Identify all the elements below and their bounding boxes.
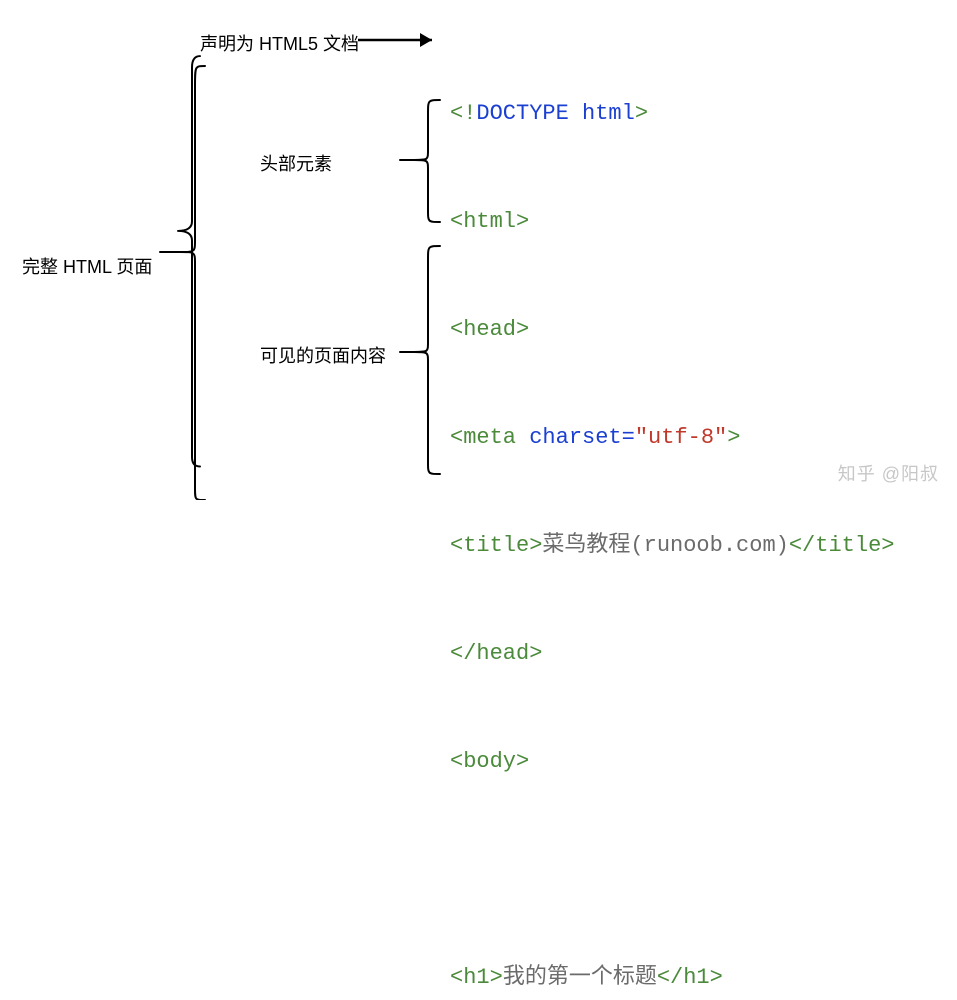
- code-title: <title>菜鸟教程(runoob.com)</title>: [450, 528, 894, 564]
- meta-attr: charset=: [529, 425, 635, 450]
- doctype-label: 声明为 HTML5 文档: [200, 30, 359, 56]
- head-close-tag: </head>: [450, 641, 542, 666]
- code-meta: <meta charset="utf-8">: [450, 420, 894, 456]
- head-bracket: [414, 100, 440, 222]
- root-label: 完整 HTML 页面: [22, 253, 152, 279]
- code-body-open: <body>: [450, 744, 894, 780]
- head-label: 头部元素: [260, 150, 332, 176]
- watermark: 知乎 @阳叔: [838, 460, 939, 486]
- code-html-open: <html>: [450, 204, 894, 240]
- h1-open: <h1>: [450, 965, 503, 990]
- doctype-bang: <!: [450, 101, 476, 126]
- code-head-open: <head>: [450, 312, 894, 348]
- h1-close: </h1>: [657, 965, 723, 990]
- body-bracket: [414, 246, 440, 474]
- root-bracket: [178, 56, 200, 466]
- code-doctype: <!DOCTYPE html>: [450, 96, 894, 132]
- code-block: <!DOCTYPE html> <html> <head> <meta char…: [450, 24, 894, 1000]
- meta-open: <meta: [450, 425, 529, 450]
- title-close: </title>: [789, 533, 895, 558]
- code-head-close: </head>: [450, 636, 894, 672]
- arrow-icon: [358, 33, 432, 47]
- code-h1: <h1>我的第一个标题</h1>: [450, 960, 894, 996]
- body-label: 可见的页面内容: [260, 342, 386, 368]
- h1-text: 我的第一个标题: [503, 965, 657, 990]
- html-open-tag: <html>: [450, 209, 529, 234]
- head-open-tag: <head>: [450, 317, 529, 342]
- title-open: <title>: [450, 533, 542, 558]
- doctype-end: >: [635, 101, 648, 126]
- root-bracket-main: [180, 66, 205, 500]
- meta-close: >: [727, 425, 740, 450]
- title-text: 菜鸟教程(runoob.com): [542, 533, 788, 558]
- meta-val: "utf-8": [635, 425, 727, 450]
- body-open-tag: <body>: [450, 749, 529, 774]
- doctype-keyword: DOCTYPE html: [476, 101, 634, 126]
